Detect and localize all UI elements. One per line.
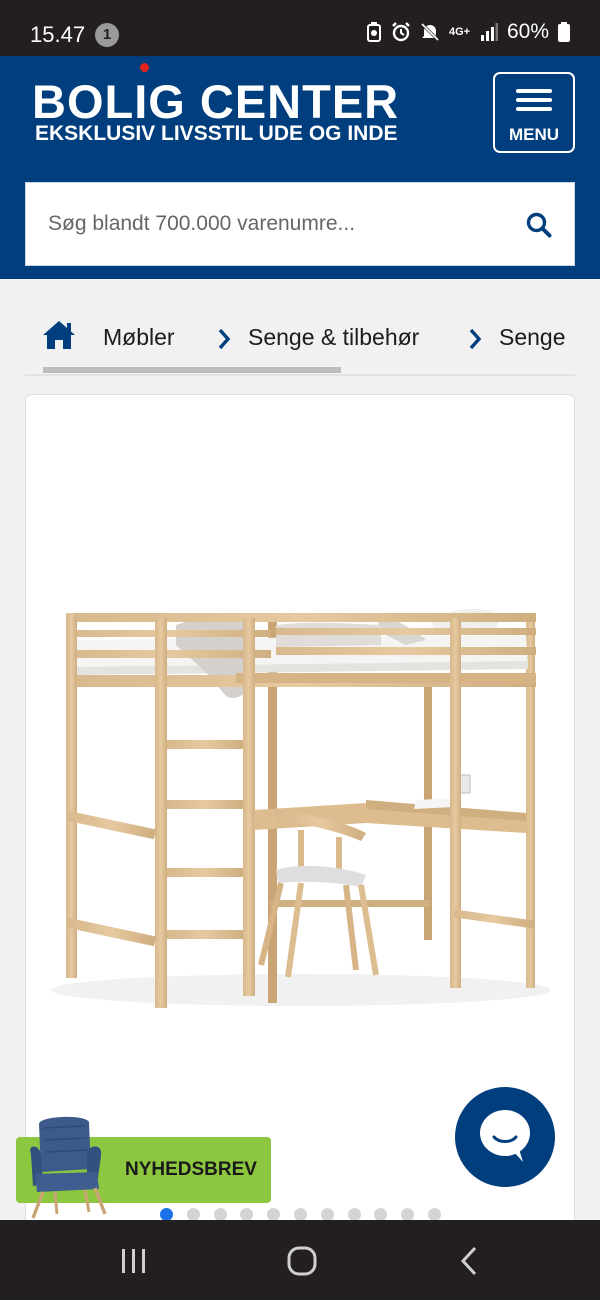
- recent-apps-icon: [122, 1249, 145, 1273]
- battery-saver-icon: [366, 22, 381, 42]
- status-time: 15.47: [30, 22, 86, 47]
- network-type-label: 4G+: [448, 26, 471, 38]
- breadcrumb-divider: [25, 374, 575, 376]
- menu-label: MENU: [508, 125, 560, 144]
- menu-button[interactable]: MENU: [493, 72, 575, 153]
- site-header: BOLIG CENTER EKSKLUSIV LIVSSTIL UDE OG I…: [0, 56, 600, 279]
- newsletter-label: NYHEDSBREV: [125, 1159, 257, 1180]
- search-icon[interactable]: [526, 212, 552, 238]
- logo-title: BOLIG CENTER: [32, 75, 400, 128]
- home-circle-icon: [287, 1246, 317, 1276]
- breadcrumb: Møbler Senge & tilbehør Senge: [25, 300, 575, 376]
- loft-bed-with-desk-image[interactable]: [36, 585, 566, 1025]
- alarm-icon: [392, 22, 410, 42]
- battery-icon: [558, 22, 570, 42]
- logo-accent-dot: [140, 63, 149, 72]
- chat-button[interactable]: [455, 1087, 555, 1187]
- signal-icon: [480, 23, 498, 41]
- notification-count-badge: 1: [95, 23, 119, 47]
- breadcrumb-scrollbar[interactable]: [43, 367, 341, 373]
- battery-percent: 60%: [506, 20, 549, 43]
- search-input[interactable]: [48, 183, 508, 265]
- home-icon[interactable]: [42, 320, 76, 350]
- system-nav-bar: [0, 1220, 600, 1300]
- breadcrumb-item-mobler[interactable]: Møbler: [103, 324, 175, 351]
- status-icons: 4G+ 60%: [366, 20, 570, 44]
- back-nav-button[interactable]: [420, 1220, 520, 1300]
- mute-icon: [420, 22, 440, 42]
- hamburger-icon: [516, 89, 552, 116]
- recent-apps-button[interactable]: [85, 1220, 185, 1300]
- status-bar: 15.47 1 4G+ 60%: [0, 0, 600, 56]
- chevron-right-icon: [469, 328, 482, 350]
- home-nav-button[interactable]: [252, 1220, 352, 1300]
- logo[interactable]: BOLIG CENTER: [32, 74, 399, 129]
- breadcrumb-item-senge-tilbehor[interactable]: Senge & tilbehør: [248, 324, 419, 351]
- armchair-icon: [30, 1116, 107, 1219]
- back-icon: [460, 1246, 477, 1276]
- chevron-right-icon: [218, 328, 231, 350]
- chat-bubble-icon: [480, 1110, 530, 1162]
- search-box: [25, 182, 575, 266]
- breadcrumb-item-senge[interactable]: Senge: [499, 324, 566, 351]
- logo-tagline: EKSKLUSIV LIVSSTIL UDE OG INDE: [35, 122, 398, 145]
